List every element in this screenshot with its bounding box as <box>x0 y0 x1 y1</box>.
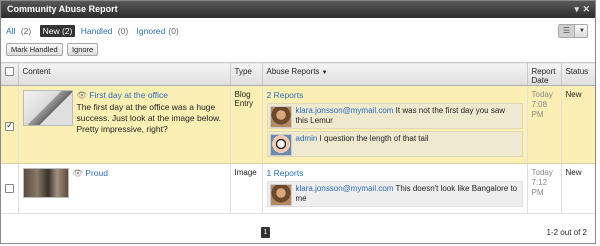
status-cell: New <box>561 85 595 164</box>
table-row: 👁First day at the office The first day a… <box>1 85 595 164</box>
sort-desc-icon[interactable]: ▼ <box>322 70 328 76</box>
column-header-status: Status <box>561 62 595 86</box>
status-text: New <box>565 90 582 99</box>
filter-new[interactable]: New (2) <box>39 25 76 37</box>
abuse-reports-cell: 2 Reports klara.jonsson@mymail.com It wa… <box>262 85 528 164</box>
panel-title: Community Abuse Report <box>7 4 118 14</box>
page-number-button[interactable]: 1 <box>261 227 270 238</box>
reports-link[interactable]: 2 Reports <box>267 90 523 100</box>
bulk-actions: Mark Handled Ignore <box>6 43 100 56</box>
filter-ignored[interactable]: Ignored (0) <box>137 25 182 37</box>
list-view-icon[interactable]: ☰ <box>559 25 575 37</box>
column-header-content: Content <box>18 62 231 86</box>
type-cell: Blog Entry <box>230 85 263 164</box>
select-all-cell <box>1 62 19 86</box>
report-date: Today 7:12 PM <box>531 168 553 197</box>
close-icon[interactable]: ✕ <box>582 1 590 18</box>
report-date-cell: Today 7:08 PM <box>527 85 562 164</box>
report-item: admin I question the length of that tail <box>266 131 523 157</box>
eye-icon: 👁 <box>72 168 84 178</box>
ignore-button[interactable]: Ignore <box>66 43 99 56</box>
status-filters: All (2) New (2) Handled (0) Ignored (0) <box>6 25 185 37</box>
chevron-down-icon[interactable]: ▼ <box>579 25 585 37</box>
content-cell: 👁 First day at the office The first day a… <box>18 85 231 164</box>
column-header-abuse-reports[interactable]: Abuse Reports ▼ <box>262 62 528 86</box>
avatar <box>269 134 292 156</box>
abuse-report-table: Content Type Abuse Reports ▼ Report Date… <box>1 62 595 214</box>
content-title-link[interactable]: First day at the office <box>89 90 168 100</box>
content-thumbnail[interactable] <box>22 168 69 198</box>
view-toggle[interactable]: ☰ ▼ <box>558 24 588 38</box>
report-text: I question the length of that tail <box>319 134 429 143</box>
report-date: Today 7:08 PM <box>531 90 553 119</box>
report-date-cell: Today 7:12 PM <box>527 163 562 214</box>
content-title-link[interactable]: Proud <box>85 168 108 178</box>
content-thumbnail[interactable] <box>22 90 73 126</box>
report-author-link[interactable]: admin <box>296 134 318 143</box>
type-cell: Image <box>230 163 263 214</box>
filter-handled[interactable]: Handled (0) <box>81 25 131 37</box>
pagination-summary: 1-2 out of 2 <box>546 228 587 237</box>
eye-icon: 👁 <box>76 90 88 100</box>
report-author-link[interactable]: klara.jonsson@mymail.com <box>296 106 394 115</box>
table-header-row: Content Type Abuse Reports ▼ Report Date… <box>1 62 595 86</box>
status-cell: New <box>561 163 595 214</box>
reports-link[interactable]: 1 Reports <box>267 168 523 178</box>
select-all-checkbox[interactable] <box>5 67 14 76</box>
column-header-report-date: Report Date <box>527 62 562 86</box>
table-row: 👁 Proud Image 1 Reports klara.jonsson@mym… <box>1 163 595 214</box>
row-select-cell <box>1 85 19 164</box>
column-header-type: Type <box>230 62 263 86</box>
status-text: New <box>565 168 582 177</box>
collapse-icon[interactable]: ▾ <box>574 1 579 18</box>
avatar <box>269 106 292 128</box>
community-abuse-report-panel: Community Abuse Report ▾ ✕ All (2) New (… <box>0 0 596 244</box>
panel-titlebar: Community Abuse Report ▾ ✕ <box>1 1 595 18</box>
row-checkbox[interactable] <box>5 120 14 131</box>
abuse-reports-cell: 1 Reports klara.jonsson@mymail.com This … <box>262 163 528 214</box>
mark-handled-button[interactable]: Mark Handled <box>6 43 63 56</box>
report-item: klara.jonsson@mymail.com This doesn't lo… <box>266 181 523 207</box>
row-select-cell <box>1 163 19 214</box>
content-cell: 👁 Proud <box>18 163 231 214</box>
row-checkbox[interactable] <box>5 184 14 193</box>
avatar <box>269 184 292 206</box>
report-item: klara.jonsson@mymail.com It was not the … <box>266 103 523 129</box>
filter-all[interactable]: All (2) <box>6 25 34 37</box>
report-author-link[interactable]: klara.jonsson@mymail.com <box>296 184 394 193</box>
